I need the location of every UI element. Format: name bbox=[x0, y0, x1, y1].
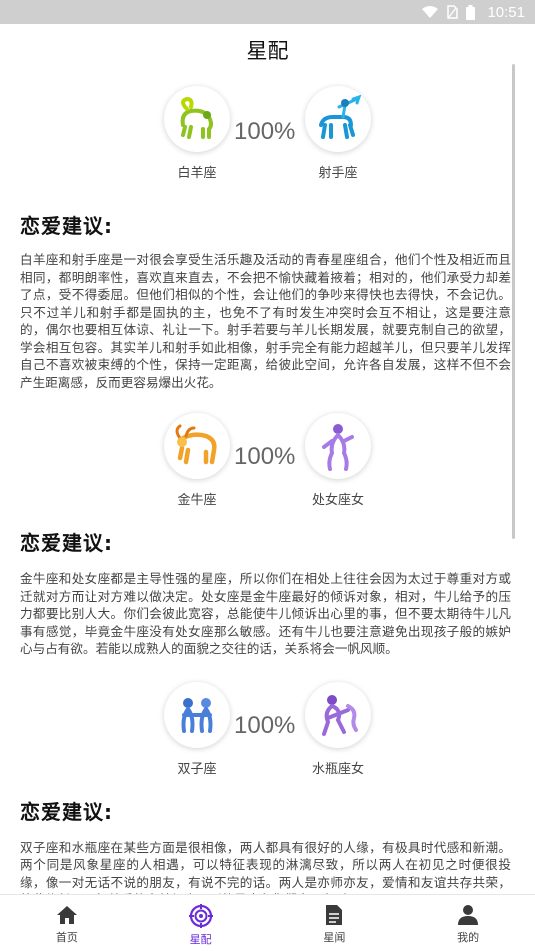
virgo-icon bbox=[305, 413, 371, 479]
sign-right[interactable]: 射手座 bbox=[301, 86, 375, 181]
taurus-icon bbox=[164, 413, 230, 479]
aries-icon bbox=[164, 86, 230, 152]
battery-icon bbox=[466, 4, 476, 20]
sign-name: 处女座女 bbox=[311, 493, 364, 508]
page-title: 星配 bbox=[246, 39, 289, 63]
tab-label: 我的 bbox=[457, 931, 480, 944]
match-card: 金牛座 100% 处女座女 bbox=[0, 413, 535, 527]
advice-title: 恋爱建议: bbox=[20, 799, 113, 824]
status-bar: 10:51 bbox=[0, 0, 535, 24]
home-icon bbox=[56, 906, 77, 924]
wifi-icon bbox=[422, 6, 439, 18]
user-icon bbox=[458, 905, 479, 925]
tab-label: 星配 bbox=[189, 933, 212, 946]
advice-text: 白羊座和射手座是一对很会享受生活乐趣及活动的青春星座组合，他们个性及相近而且相同… bbox=[20, 252, 511, 390]
advice-title: 恋爱建议: bbox=[20, 531, 113, 555]
sign-name: 金牛座 bbox=[177, 493, 217, 508]
status-time: 10:51 bbox=[487, 3, 525, 21]
scrollbar[interactable] bbox=[512, 64, 515, 539]
tab-news[interactable]: 星闻 bbox=[268, 895, 402, 951]
match-percent: 100% bbox=[234, 118, 296, 145]
sign-name: 双子座 bbox=[177, 761, 217, 777]
sign-name: 水瓶座女 bbox=[311, 761, 364, 777]
tab-match[interactable]: 星配 bbox=[134, 895, 268, 951]
sign-left[interactable]: 双子座 bbox=[160, 681, 234, 777]
sign-left[interactable]: 白羊座 bbox=[160, 86, 234, 181]
sign-name: 射手座 bbox=[318, 166, 358, 181]
advice-text: 金牛座和处女座都是主导性强的星座，所以你们在相处上往往会因为太过于尊重对方或迁就… bbox=[20, 571, 511, 656]
compass-icon bbox=[188, 904, 213, 928]
tab-label: 首页 bbox=[55, 931, 78, 944]
bottom-tab-bar: 首页 星配 星闻 我的 bbox=[0, 894, 535, 951]
advice-title: 恋爱建议: bbox=[20, 214, 113, 238]
app-header: 星配 bbox=[0, 24, 535, 76]
sign-left[interactable]: 金牛座 bbox=[160, 413, 234, 508]
gemini-icon bbox=[164, 681, 230, 748]
match-card: 双子座 100% 水瓶座女 bbox=[0, 681, 535, 796]
tab-home[interactable]: 首页 bbox=[0, 895, 134, 951]
match-percent: 100% bbox=[234, 443, 296, 470]
no-sim-icon bbox=[447, 5, 459, 19]
match-list[interactable]: 白羊座 100% 射手座 恋爱建议: 白羊座和射手座是一对很会享受生活乐趣及活动… bbox=[0, 76, 535, 894]
sign-name: 白羊座 bbox=[177, 166, 217, 181]
tab-mine[interactable]: 我的 bbox=[401, 895, 535, 951]
sign-right[interactable]: 水瓶座女 bbox=[301, 681, 375, 777]
document-icon bbox=[326, 905, 343, 925]
match-percent: 100% bbox=[234, 711, 296, 739]
match-card: 白羊座 100% 射手座 bbox=[0, 76, 535, 198]
sign-right[interactable]: 处女座女 bbox=[301, 413, 375, 508]
sagittarius-icon bbox=[305, 86, 371, 152]
aquarius-icon bbox=[305, 681, 371, 748]
advice-text: 双子座和水瓶座在某些方面是很相像，两人都具有很好的人缘，有极具时代感和新潮。两个… bbox=[20, 839, 511, 895]
tab-label: 星闻 bbox=[323, 931, 346, 944]
